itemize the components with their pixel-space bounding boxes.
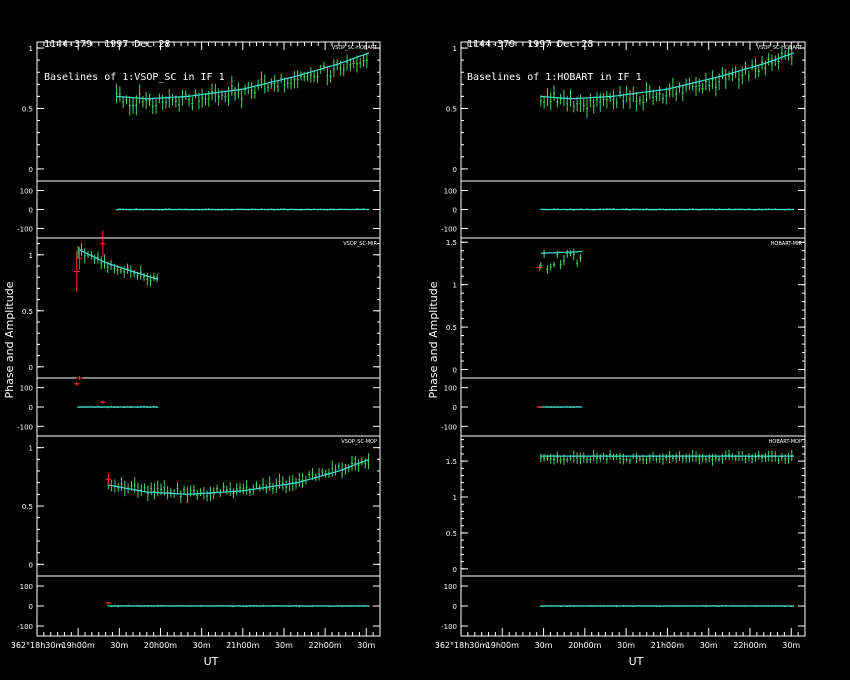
amp-tick-label: 0 xyxy=(453,566,457,574)
x-tick-label: 30m xyxy=(357,641,375,650)
amp-tick-label: 0.5 xyxy=(446,105,457,113)
amp-tick-label: 1 xyxy=(29,445,33,453)
amp-tick-label: 0.5 xyxy=(446,324,457,332)
amp-model-curve xyxy=(77,248,158,280)
baseline-label: VSOP_SC-MOP xyxy=(341,439,377,445)
amp-tick-label: 1 xyxy=(453,45,457,53)
amp-tick-label: 1.5 xyxy=(446,458,457,466)
phase-tick-label: 0 xyxy=(29,207,33,215)
phase-tick-label: 100 xyxy=(444,583,457,591)
phase-tick-label: 0 xyxy=(453,207,457,215)
x-tick-label: 22h00m xyxy=(309,641,342,650)
x-tick-label: 22h00m xyxy=(733,641,766,650)
baseline-label: HOBART-MOP xyxy=(769,439,802,445)
y-axis-label-right: Phase and Amplitude xyxy=(427,281,440,398)
amp-tick-label: 0.5 xyxy=(22,503,33,511)
amp-tick-label: 1 xyxy=(29,252,33,260)
plot-frame xyxy=(36,41,381,637)
baseline-label: VSOP_SC-MIR xyxy=(343,241,377,247)
baseline-hobart-mir: HOBART-MIR 0 0.5 1 1.5 -100 0 100 xyxy=(441,239,805,431)
phase-tick-label: 100 xyxy=(444,385,457,393)
amp-model-curve xyxy=(116,52,370,100)
x-tick-label: 20h00m xyxy=(568,641,601,650)
amp-tick-label: 0.5 xyxy=(22,105,33,113)
y-axis-label-left: Phase and Amplitude xyxy=(3,281,16,398)
baseline-label: HOBART-MIR xyxy=(771,241,803,247)
amp-tick-label: 1 xyxy=(29,45,33,53)
x-tick-label: 20h00m xyxy=(144,641,177,650)
x-tick-label: 362°18h30m xyxy=(435,641,488,650)
baseline-vsop_sc-hobart: VSOP_SC-HOBART 0 0.5 1 -100 0 100 xyxy=(441,45,805,234)
phase-tick-label: 100 xyxy=(20,385,33,393)
x-tick-label: 30m xyxy=(110,641,128,650)
baseline-vsop_sc-mop: VSOP_SC-MOP 0 0.5 1 -100 0 100 xyxy=(17,435,380,631)
amp-tick-label: 1.5 xyxy=(446,239,457,247)
phase-tick-label: -100 xyxy=(441,423,457,431)
x-tick-label: 30m xyxy=(700,641,718,650)
phase-tick-label: 0 xyxy=(29,404,33,412)
baseline-label: VSOP_SC-HOBART xyxy=(332,45,378,51)
x-axis-label-right: UT xyxy=(629,655,644,668)
amp-tick-label: 0.5 xyxy=(22,308,33,316)
x-tick-label: 19h00m xyxy=(486,641,519,650)
panel-frame-1: 362°18h30m19h00m 30m 20h00m 30m 21h00m 30m 22h… xyxy=(435,41,806,650)
phase-tick-label: -100 xyxy=(441,623,457,631)
amp-tick-label: 0 xyxy=(29,561,33,569)
baseline-vsop_sc-mir: VSOP_SC-MIR 0 0.5 1 -100 0 100 xyxy=(17,230,380,431)
x-axis-label-left: UT xyxy=(204,655,219,668)
phase-tick-label: 100 xyxy=(20,188,33,196)
phase-tick-label: 0 xyxy=(29,603,33,611)
x-tick-label: 21h00m xyxy=(226,641,259,650)
phase-tick-label: -100 xyxy=(17,623,33,631)
amp-tick-label: 0 xyxy=(453,367,457,375)
phase-tick-label: 0 xyxy=(453,404,457,412)
amp-tick-label: 1 xyxy=(453,282,457,290)
baseline-label: VSOP_SC-HOBART xyxy=(757,45,803,51)
x-tick-label: 30m xyxy=(193,641,211,650)
amp-tick-label: 1 xyxy=(453,494,457,502)
x-tick-label: 21h00m xyxy=(651,641,684,650)
amp-tick-label: 0 xyxy=(29,364,33,372)
amp-model-curve xyxy=(540,52,795,100)
phase-tick-label: -100 xyxy=(441,226,457,234)
panel-frame-0: 362°18h30m19h00m 30m 20h00m 30m 21h00m 30m 22h… xyxy=(11,41,381,650)
amp-tick-label: 0 xyxy=(29,166,33,174)
x-tick-label: 30m xyxy=(535,641,553,650)
amp-tick-label: 0.5 xyxy=(446,530,457,538)
amp-model-curve xyxy=(540,251,583,254)
x-tick-label: 30m xyxy=(617,641,635,650)
x-tick-label: 30m xyxy=(275,641,293,650)
x-tick-label: 19h00m xyxy=(62,641,95,650)
phase-tick-label: 100 xyxy=(20,583,33,591)
baseline-hobart-mop: HOBART-MOP 0 0.5 1 1.5 -100 0 100 xyxy=(441,439,805,631)
x-tick-label: 30m xyxy=(782,641,800,650)
baseline-vsop_sc-hobart: VSOP_SC-HOBART 0 0.5 1 -100 0 100 xyxy=(17,45,380,234)
x-tick-label: 362°18h30m xyxy=(11,641,64,650)
baseline-plots: Phase and Amplitude Phase and Amplitude … xyxy=(3,41,806,668)
plot-frame xyxy=(460,41,806,637)
amp-tick-label: 0 xyxy=(453,166,457,174)
phase-tick-label: -100 xyxy=(17,423,33,431)
phase-tick-label: 100 xyxy=(444,188,457,196)
phase-tick-label: 0 xyxy=(453,603,457,611)
phase-tick-label: -100 xyxy=(17,226,33,234)
